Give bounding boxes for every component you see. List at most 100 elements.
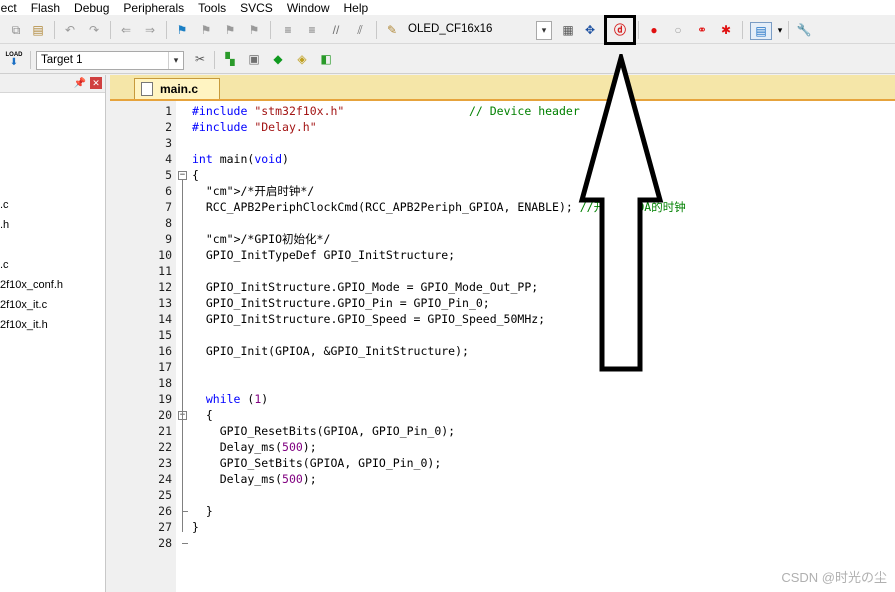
code-line[interactable]: Delay_ms(500);: [192, 471, 317, 487]
file-item[interactable]: .c: [0, 259, 9, 271]
undo-icon[interactable]: ↶: [62, 22, 78, 38]
code-line[interactable]: GPIO_Init(GPIOA, &GPIO_InitStructure);: [192, 343, 469, 359]
target-combo-value: OLED_CF16x16: [408, 23, 493, 35]
run-environment-icon[interactable]: ◆: [270, 51, 286, 67]
code-line[interactable]: GPIO_ResetBits(GPIOA, GPIO_Pin_0);: [192, 423, 455, 439]
target-options-icon[interactable]: ✂: [192, 51, 208, 67]
code-line[interactable]: {: [192, 167, 199, 183]
code-editor[interactable]: 1 #include "stm32f10x.h" // Device header…: [114, 101, 895, 592]
menu-tools[interactable]: Tools: [198, 1, 234, 15]
select-packs-icon[interactable]: ◧: [318, 51, 334, 67]
window-layout-dropdown-icon[interactable]: ▾: [772, 22, 788, 38]
chevron-down-icon[interactable]: ▾: [168, 52, 183, 69]
menu-debug[interactable]: Debug: [74, 1, 117, 15]
line-number: 19: [158, 392, 172, 406]
line-number: 9: [165, 232, 172, 246]
unindent-icon[interactable]: ≡: [304, 22, 320, 38]
menu-bar: ject Flash Debug Peripherals Tools SVCS …: [0, 0, 895, 15]
bookmark-next-icon[interactable]: ⚑: [222, 22, 238, 38]
code-line[interactable]: GPIO_InitStructure.GPIO_Mode = GPIO_Mode…: [192, 279, 538, 295]
line-number: 6: [165, 184, 172, 198]
fold-guide: [182, 180, 183, 532]
fold-guide: [182, 543, 188, 544]
file-item[interactable]: .c: [0, 199, 9, 211]
toolbar-build: LOAD ⬇ Target 1 ▾ ✂ ▚ ▣ ◆ ◈ ◧: [0, 47, 895, 74]
code-line[interactable]: GPIO_InitStructure.GPIO_Pin = GPIO_Pin_0…: [192, 295, 490, 311]
load-icon[interactable]: LOAD ⬇: [6, 51, 23, 68]
code-line[interactable]: "cm">/*开启时钟*/: [192, 183, 314, 199]
bookmark-icon[interactable]: ⚑: [174, 22, 190, 38]
menu-project[interactable]: ject: [0, 1, 25, 15]
nav-back-icon[interactable]: ⇐: [118, 22, 134, 38]
settings-wrench-icon[interactable]: 🔧: [796, 22, 812, 38]
breakpoint-icon[interactable]: ●: [646, 22, 662, 38]
line-number: 25: [158, 488, 172, 502]
breakpoint-disable-icon[interactable]: ○: [670, 22, 686, 38]
indent-icon[interactable]: ≡: [280, 22, 296, 38]
bookmark-prev-icon[interactable]: ⚑: [198, 22, 214, 38]
paste-icon[interactable]: ▤: [30, 22, 46, 38]
comment-icon[interactable]: //: [328, 22, 344, 38]
code-line[interactable]: GPIO_SetBits(GPIOA, GPIO_Pin_0);: [192, 455, 442, 471]
line-number: 18: [158, 376, 172, 390]
line-number: 5: [165, 168, 172, 182]
breakpoint-disable-all-icon[interactable]: ⚭: [694, 22, 710, 38]
breakpoint-kill-all-icon[interactable]: ✱: [718, 22, 734, 38]
target-combo[interactable]: OLED_CF16x16 ▾: [404, 21, 552, 40]
file-item[interactable]: 2f10x_it.h: [0, 319, 48, 331]
line-number: 10: [158, 248, 172, 262]
pin-icon[interactable]: 📌: [72, 76, 88, 92]
line-number: 22: [158, 440, 172, 454]
bookmark-clear-icon[interactable]: ⚑: [246, 22, 262, 38]
open-file-icon[interactable]: ▦: [560, 22, 576, 38]
pack-installer-icon[interactable]: ◈: [294, 51, 310, 67]
code-line[interactable]: GPIO_InitStructure.GPIO_Speed = GPIO_Spe…: [192, 311, 545, 327]
file-item[interactable]: 2f10x_conf.h: [0, 279, 63, 291]
fold-toggle-icon[interactable]: −: [178, 171, 187, 180]
redo-icon[interactable]: ↷: [86, 22, 102, 38]
code-line[interactable]: int main(void): [192, 151, 289, 167]
code-line[interactable]: }: [192, 519, 199, 535]
manage-components-icon[interactable]: ▚: [222, 51, 238, 67]
code-line[interactable]: "cm">/*GPIO初始化*/: [192, 231, 331, 247]
code-line[interactable]: }: [192, 503, 213, 519]
copy-icon[interactable]: ⧉: [8, 22, 24, 38]
line-number: 15: [158, 328, 172, 342]
tab-main-c[interactable]: main.c: [134, 78, 220, 99]
menu-svcs[interactable]: SVCS: [240, 1, 281, 15]
line-number: 11: [158, 264, 172, 278]
target-select[interactable]: Target 1 ▾: [36, 51, 184, 70]
find-in-files-icon[interactable]: ✎: [384, 22, 400, 38]
line-number: 17: [158, 360, 172, 374]
line-number: 1: [165, 104, 172, 118]
line-number: 23: [158, 456, 172, 470]
menu-flash[interactable]: Flash: [31, 1, 68, 15]
project-panel: 📌 ✕ .c .h .c 2f10x_conf.h 2f10x_it.c 2f1…: [0, 75, 106, 592]
uncomment-icon[interactable]: ⫽: [352, 22, 368, 38]
file-icon: [141, 82, 153, 96]
file-item[interactable]: .h: [0, 219, 9, 231]
line-number: 26: [158, 504, 172, 518]
code-line[interactable]: Delay_ms(500);: [192, 439, 317, 455]
line-number: 14: [158, 312, 172, 326]
code-line[interactable]: #include "Delay.h": [192, 119, 317, 135]
code-line[interactable]: while (1): [192, 391, 268, 407]
line-number: 20: [158, 408, 172, 422]
chevron-down-icon[interactable]: ▾: [536, 21, 552, 40]
code-line[interactable]: GPIO_InitTypeDef GPIO_InitStructure;: [192, 247, 455, 263]
manage-project-items-icon[interactable]: ▣: [246, 51, 262, 67]
menu-help[interactable]: Help: [344, 1, 377, 15]
menu-window[interactable]: Window: [287, 1, 338, 15]
editor-tab-row: main.c: [110, 75, 895, 101]
code-line[interactable]: {: [192, 407, 213, 423]
menu-peripherals[interactable]: Peripherals: [123, 1, 192, 15]
fold-guide: [182, 511, 188, 512]
file-item[interactable]: 2f10x_it.c: [0, 299, 47, 311]
code-line[interactable]: #include "stm32f10x.h" // Device header: [192, 103, 580, 119]
window-layout-icon[interactable]: ▤: [750, 22, 772, 40]
line-number: 21: [158, 424, 172, 438]
tab-label: main.c: [160, 82, 199, 96]
nav-forward-icon[interactable]: ⇒: [142, 22, 158, 38]
close-icon[interactable]: ✕: [90, 77, 102, 89]
configure-icon[interactable]: ✥: [582, 22, 598, 38]
